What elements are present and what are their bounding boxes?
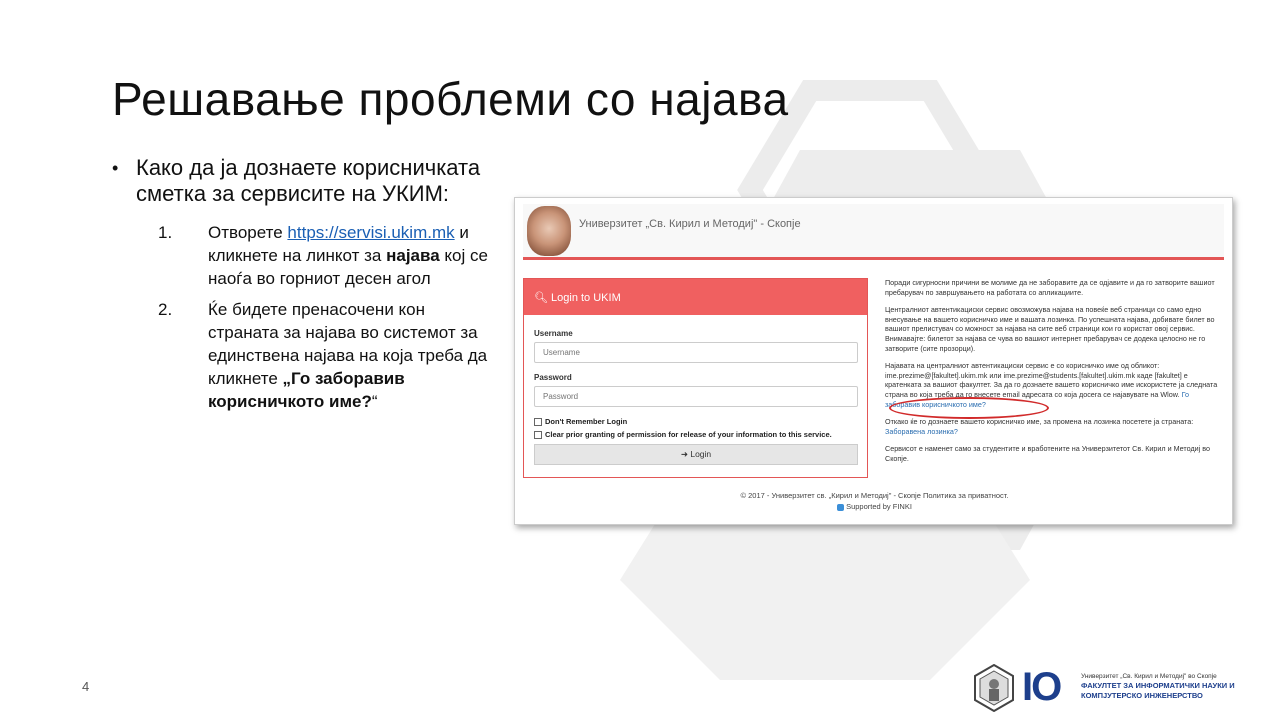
- clear-permission-label: Clear prior granting of permission for r…: [545, 430, 832, 439]
- step-text: Отворете https://servisi.ukim.mk и кликн…: [208, 221, 492, 290]
- step-bold-text: најава: [386, 246, 440, 265]
- step-text: Ќе бидете пренасочени кон страната за на…: [208, 298, 492, 413]
- login-title: Login to UKIM: [551, 292, 621, 304]
- info-text: Откако ќе го дознаете вашето корисничко …: [885, 417, 1194, 427]
- ukim-seal-logo: [527, 206, 571, 256]
- page-number: 4: [82, 679, 90, 694]
- login-form: Username Password Don't Remember Login C…: [524, 315, 867, 475]
- step-item-1: 1. Отворете https://servisi.ukim.mk и кл…: [158, 221, 492, 290]
- sign-in-icon: ➜: [680, 449, 688, 459]
- info-paragraph: Централниот автентикациски сервис овозмо…: [885, 305, 1215, 353]
- clear-row: Clear prior granting of permission for r…: [534, 430, 857, 439]
- university-line: Универзитет „Св. Кирил и Методиј" во Ско…: [1081, 673, 1217, 680]
- remember-checkbox[interactable]: [534, 417, 542, 426]
- username-input[interactable]: [534, 342, 858, 363]
- ukim-seal-icon: [974, 664, 1014, 712]
- supported-text: Supported by FINKI: [846, 502, 912, 511]
- slide-title: Решавање проблеми со најава: [112, 73, 789, 125]
- bullet-text: Како да ја дознаете корисничката сметка …: [136, 155, 481, 206]
- faculty-line: КОМПЈУТЕРСКО ИНЖЕНЕРСТВО: [1081, 691, 1203, 700]
- password-label: Password: [534, 373, 572, 382]
- info-paragraph: Сервисот е наменет само за студентите и …: [885, 444, 1211, 463]
- servisi-link[interactable]: https://servisi.ukim.mk: [287, 223, 454, 242]
- info-paragraph: Поради сигурносни причини ве молиме да н…: [885, 278, 1215, 297]
- username-label: Username: [534, 329, 573, 338]
- step-text-part: Отворете: [208, 223, 288, 242]
- university-name: Универзитет „Св. Кирил и Методиј" - Скоп…: [579, 218, 801, 230]
- forgot-password-link[interactable]: Заборавена лозинка?: [885, 427, 958, 436]
- finki-icon: [837, 503, 845, 511]
- remember-row: Don't Remember Login: [534, 417, 857, 426]
- login-panel: 🔍︎ Login to UKIM Username Password Don't…: [523, 278, 868, 478]
- step-number: 2.: [158, 300, 173, 319]
- bullet-item: • Како да ја дознаете корисничката сметк…: [112, 155, 492, 207]
- steps-list: 1. Отворете https://servisi.ukim.mk и кл…: [158, 221, 492, 413]
- info-paragraph: Откако ќе го дознаете вашето корисничко …: [885, 417, 1223, 436]
- highlight-circle: [889, 397, 1049, 419]
- clear-permission-checkbox[interactable]: [534, 430, 542, 439]
- step-number: 1.: [158, 223, 173, 242]
- step-text-part: “: [371, 392, 378, 411]
- remember-label: Don't Remember Login: [545, 417, 628, 426]
- copyright-text: © 2017 - Универзитет св. „Кирил и Методи…: [740, 491, 1009, 500]
- login-panel-header: 🔍︎ Login to UKIM: [524, 279, 867, 315]
- step-item-2: 2. Ќе бидете пренасочени кон страната за…: [158, 298, 492, 413]
- faculty-name: Универзитет „Св. Кирил и Методиј" во Ско…: [1081, 672, 1236, 701]
- finki-logo: IO Универзитет „Св. Кирил и Методиј" во …: [972, 662, 1235, 714]
- info-text-block: Поради сигурносни причини ве молиме да н…: [885, 278, 1223, 472]
- ukim-login-screenshot: Универзитет „Св. Кирил и Методиј" - Скоп…: [514, 197, 1233, 525]
- bullet-dot: •: [112, 158, 119, 178]
- key-icon: 🔍︎: [534, 292, 548, 304]
- bullet-list: • Како да ја дознаете корисничката сметк…: [112, 155, 492, 421]
- faculty-line: ФАКУЛТЕТ ЗА ИНФОРМАТИЧКИ НАУКИ И: [1081, 681, 1235, 690]
- screenshot-header: Универзитет „Св. Кирил и Методиј" - Скоп…: [523, 204, 1224, 260]
- io-logo-mark: IO: [1022, 665, 1062, 709]
- password-input[interactable]: [534, 386, 858, 407]
- login-button[interactable]: ➜ Login: [534, 444, 858, 465]
- screenshot-footer: © 2017 - Универзитет св. „Кирил и Методи…: [515, 490, 1232, 512]
- info-text: Најавата на централниот автентикациски с…: [885, 361, 1218, 399]
- login-button-label: Login: [690, 449, 712, 459]
- supported-by: Supported by FINKI: [515, 501, 1232, 512]
